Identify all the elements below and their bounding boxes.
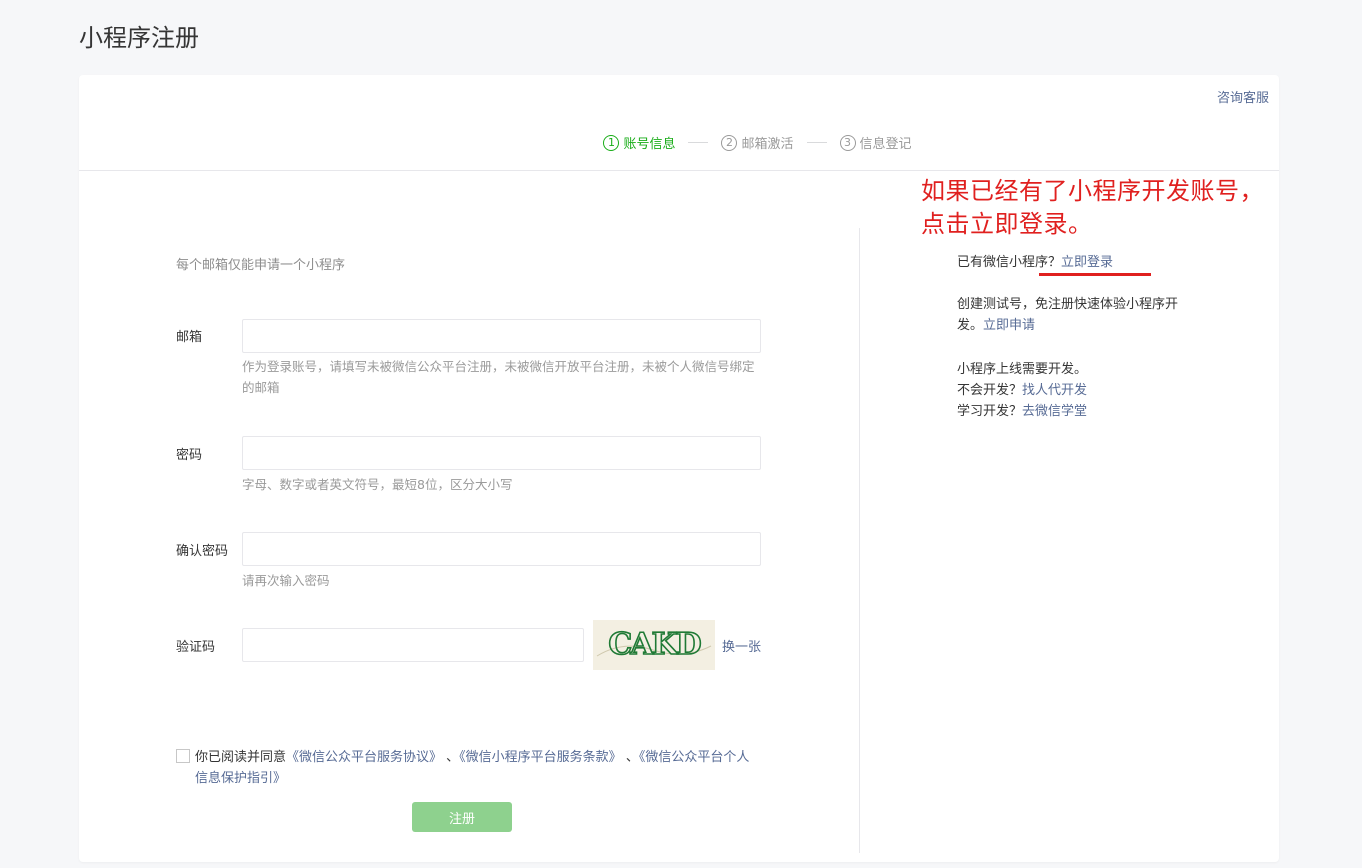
consult-service-link[interactable]: 咨询客服 [1217,87,1269,106]
dev-help-block: 小程序上线需要开发。 不会开发？找人代开发 学习开发？去微信学堂 [957,359,1087,422]
dev-line-3-prefix: 学习开发？ [957,404,1023,419]
header-divider [79,170,1279,171]
agreement-row: 你已阅读并同意《微信公众平台服务协议》 、《微信小程序平台服务条款》 、《微信公… [176,747,756,789]
password-hint: 字母、数字或者英文符号，最短8位，区分大小写 [242,477,513,492]
step-account-info: 1 账号信息 [603,133,675,152]
form-tip: 每个邮箱仅能申请一个小程序 [176,258,346,273]
login-link[interactable]: 立即登录 [1061,255,1113,270]
captcha-text: CAKD [608,627,700,662]
agreement-separator: 、 [621,750,639,765]
agreement-checkbox[interactable] [176,749,190,763]
dev-line-2-prefix: 不会开发？ [957,383,1023,398]
captcha-refresh-link[interactable]: 换一张 [722,636,761,655]
captcha-image[interactable]: CAKD [593,620,715,670]
captcha-field[interactable] [242,628,584,662]
step-number: 3 [839,134,856,151]
password-field[interactable] [242,436,761,470]
step-separator [688,142,709,143]
login-prompt: 已有微信小程序？立即登录 [957,252,1113,273]
confirm-password-hint: 请再次输入密码 [242,573,330,588]
step-label: 信息登记 [859,137,912,152]
wechat-academy-link[interactable]: 去微信学堂 [1022,404,1087,419]
step-email-activation: 2 邮箱激活 [721,133,794,152]
step-info-registration: 3 信息登记 [839,133,912,152]
step-number: 1 [603,134,620,151]
email-hint: 作为登录账号，请填写未被微信公众平台注册，未被微信开放平台注册，未被个人微信号绑… [242,359,755,395]
annotation-underline [1039,273,1151,276]
email-label: 邮箱 [176,330,203,345]
page-title: 小程序注册 [79,24,199,52]
captcha-label: 验证码 [176,640,216,655]
find-developer-link[interactable]: 找人代开发 [1022,383,1087,398]
password-label: 密码 [176,448,203,463]
register-button[interactable]: 注册 [412,802,512,832]
have-account-text: 已有微信小程序？ [957,255,1062,270]
dev-line-1: 小程序上线需要开发。 [957,362,1088,377]
apply-test-link[interactable]: 立即申请 [983,318,1035,333]
column-divider [859,228,860,853]
agreement-prefix: 你已阅读并同意 [195,750,287,765]
agreement-separator: 、 [442,750,460,765]
step-label: 账号信息 [623,137,676,152]
miniprogram-terms-link[interactable]: 《微信小程序平台服务条款》 [459,750,622,765]
confirm-password-label: 确认密码 [176,544,229,559]
step-label: 邮箱激活 [741,137,794,152]
email-field[interactable] [242,319,761,353]
step-separator [806,142,827,143]
step-indicator: 1 账号信息 2 邮箱激活 3 信息登记 [79,133,1279,152]
red-annotation-text: 如果已经有了小程序开发账号，点击立即登录。 [921,177,1264,238]
step-number: 2 [721,134,738,151]
test-account-block: 创建测试号，免注册快速体验小程序开发。立即申请 [957,294,1187,336]
service-agreement-link[interactable]: 《微信公众平台服务协议》 [286,750,442,765]
confirm-password-field[interactable] [242,532,761,566]
